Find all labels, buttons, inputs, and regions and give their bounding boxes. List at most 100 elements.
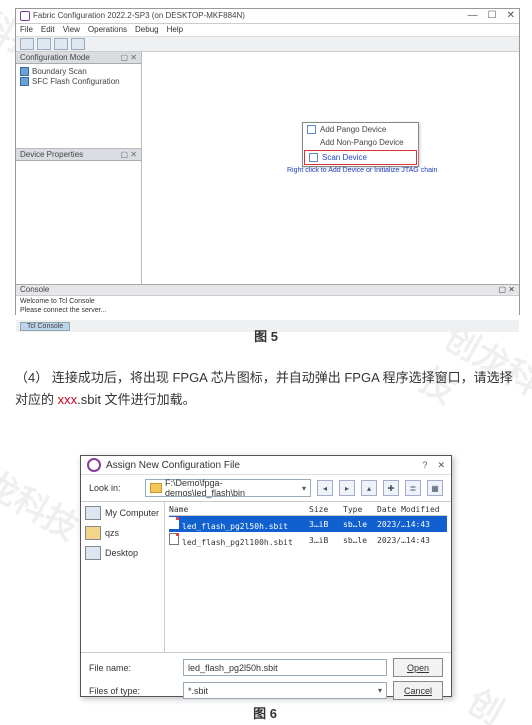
watermark: 创龙科技 [0,439,89,549]
file-list-header[interactable]: Name Size Type Date Modified [169,504,447,516]
nav-back-icon[interactable]: ◂ [317,480,333,496]
cube-icon [20,67,29,76]
nav-forward-icon[interactable]: ▸ [339,480,355,496]
file-icon [169,533,179,545]
places-sidebar: My Computer qzs Desktop [81,502,165,652]
filename-label: File name: [89,663,177,673]
filetype-value: *.sbit [188,686,208,696]
tree-label: SFC Flash Configuration [32,77,120,86]
fabric-config-window: Fabric Configuration 2022.2-SP3 (on DESK… [15,8,520,315]
canvas-hint-text: Right click to Add Device or Initialize … [287,167,437,174]
view-detail-icon[interactable]: ▦ [427,480,443,496]
menu-operations[interactable]: Operations [88,24,127,36]
lookin-combo[interactable]: F:\Demo\fpga-demos\led_flash\bin ▾ [145,479,311,497]
file-row-selected[interactable]: led_flash_pg2l50h.sbit 3…iB sb…le 2023/…… [169,516,447,532]
checkbox-icon [309,153,318,162]
window-titlebar[interactable]: Fabric Configuration 2022.2-SP3 (on DESK… [16,9,519,24]
chevron-down-icon: ▾ [378,686,382,695]
dialog-titlebar[interactable]: Assign New Configuration File ? ✕ [81,456,451,475]
filetype-label: Files of type: [89,686,177,696]
menu-view[interactable]: View [63,24,80,36]
figure-caption-5: 图 5 [0,326,532,345]
main-canvas[interactable]: Add Pango Device Add Non-Pango Device Sc… [142,52,519,284]
tree-item-sfc-flash[interactable]: SFC Flash Configuration [20,77,137,86]
file-size: 3…iB [309,520,343,529]
toolbar-button[interactable] [37,38,51,50]
console-header: Console ▢ ✕ [16,284,519,295]
computer-icon [85,506,101,520]
menu-item-label: Scan Device [322,153,367,162]
watermark: 创 [460,675,514,725]
dialog-title: Assign New Configuration File [106,460,240,471]
file-name: led_flash_pg2l100h.sbit [182,538,293,547]
figure-caption-6: 图 6 [80,703,450,722]
menu-edit[interactable]: Edit [41,24,55,36]
help-icon[interactable]: ? [422,460,427,470]
tree-label: Boundary Scan [32,67,87,76]
panel-close-icon[interactable]: ▢ ✕ [121,53,137,62]
col-date: Date Modified [377,505,447,514]
user-folder-icon [85,526,101,540]
filename-input[interactable]: led_flash_pg2l50h.sbit [183,659,387,676]
view-list-icon[interactable]: ≣ [405,480,421,496]
app-logo-icon [87,458,101,472]
close-icon[interactable]: ✕ [437,460,445,471]
file-type: sb…le [343,520,377,529]
tree-item-boundary-scan[interactable]: Boundary Scan [20,67,137,76]
file-icon [169,517,179,529]
file-row[interactable]: led_flash_pg2l100h.sbit 3…iB sb…le 2023/… [169,532,447,548]
folder-icon [150,483,162,493]
menu-item-scan-device[interactable]: Scan Device [304,150,417,165]
toolbar [16,37,519,52]
col-name: Name [169,505,309,514]
panel-title: Device Properties [20,150,83,159]
chevron-down-icon: ▾ [302,484,306,493]
console-line: Welcome to Tcl Console [20,297,515,306]
filetype-combo[interactable]: *.sbit ▾ [183,682,387,699]
panel-header-device-props: Device Properties ▢ ✕ [16,149,141,161]
place-label: My Computer [105,508,159,518]
lookin-label: Look in: [89,483,139,493]
place-qzs[interactable]: qzs [85,526,160,540]
file-list: Name Size Type Date Modified led_flash_p… [165,502,451,652]
col-type: Type [343,505,377,514]
menu-item-add-pango[interactable]: Add Pango Device [303,123,418,136]
place-label: Desktop [105,548,138,558]
toolbar-button[interactable] [20,38,34,50]
minimize-icon[interactable]: — [468,9,478,23]
lookin-path: F:\Demo\fpga-demos\led_flash\bin [165,478,302,498]
toolbar-button[interactable] [54,38,68,50]
nav-up-icon[interactable]: ▴ [361,480,377,496]
panel-title: Configuration Mode [20,53,90,62]
desktop-icon [85,546,101,560]
place-my-computer[interactable]: My Computer [85,506,160,520]
window-title: Fabric Configuration 2022.2-SP3 (on DESK… [33,9,245,23]
file-size: 3…iB [309,536,343,545]
menu-file[interactable]: File [20,24,33,36]
cancel-button[interactable]: Cancel [393,681,443,700]
file-type: sb…le [343,536,377,545]
place-desktop[interactable]: Desktop [85,546,160,560]
file-date: 2023/…14:43 [377,520,447,529]
filename-value: led_flash_pg2l50h.sbit [188,663,278,673]
instruction-paragraph: （4） 连接成功后，将出现 FPGA 芯片图标，并自动弹出 FPGA 程序选择窗… [15,367,518,411]
menu-item-add-non-pango[interactable]: Add Non-Pango Device [303,136,418,149]
console-line: Please connect the server... [20,306,515,315]
close-icon[interactable]: ✕ [507,9,515,23]
menu-help[interactable]: Help [167,24,183,36]
maximize-icon[interactable]: ☐ [488,9,497,23]
context-menu: Add Pango Device Add Non-Pango Device Sc… [302,122,419,167]
checkbox-icon [307,125,316,134]
panel-close-icon[interactable]: ▢ ✕ [121,150,137,159]
open-button[interactable]: Open [393,658,443,677]
menu-item-label: Add Pango Device [320,125,386,134]
menu-debug[interactable]: Debug [135,24,159,36]
para-xxx: xxx [58,392,78,407]
new-folder-icon[interactable]: ✚ [383,480,399,496]
toolbar-button[interactable] [71,38,85,50]
file-date: 2023/…14:43 [377,536,447,545]
place-label: qzs [105,528,119,538]
assign-config-file-dialog: Assign New Configuration File ? ✕ Look i… [80,455,452,697]
device-properties-panel [16,161,141,284]
panel-close-icon[interactable]: ▢ ✕ [499,285,515,295]
